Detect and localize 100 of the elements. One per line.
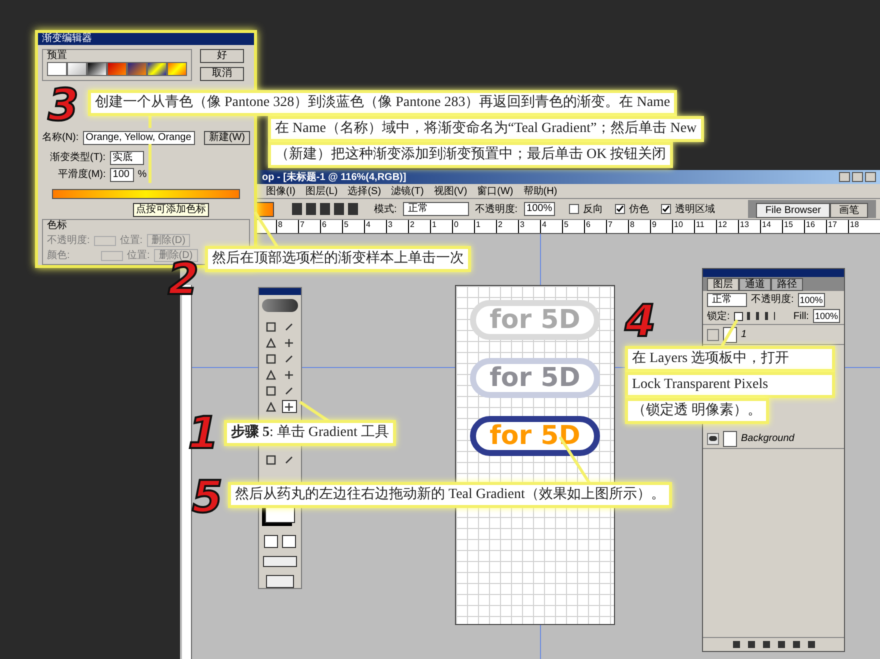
callout-text: 创建一个从青色（像 Pantone 328）到淡蓝色（像 Pantone 283）再返回到青色的渐变。在 Name (88, 90, 678, 116)
opacity-field[interactable]: 100% (798, 292, 825, 306)
smoothness-label: 平滑度(M): (58, 169, 106, 181)
gradient-style-icons[interactable] (292, 203, 360, 215)
ruler-number: 3 (386, 220, 408, 233)
leader-line (148, 144, 152, 183)
checkbox-label: 仿色 (629, 202, 650, 216)
menu-item[interactable]: 窗口(W) (477, 184, 514, 198)
layer-thumbnail (723, 430, 737, 446)
eye-icon[interactable] (707, 432, 719, 444)
new-button[interactable]: 新建(W) (204, 131, 250, 145)
window-control-icon[interactable] (865, 172, 876, 182)
panel-button-icon[interactable] (748, 641, 754, 648)
type-select[interactable]: 实底 (110, 151, 144, 165)
ruler-number: 1 (430, 220, 452, 233)
step-number: 5 (192, 476, 223, 520)
panel-button-icon[interactable] (762, 641, 770, 648)
stop-color-field[interactable] (101, 250, 123, 260)
panel-tab[interactable]: 图层 (707, 278, 739, 291)
menu-item[interactable]: 图像(I) (266, 184, 296, 198)
ruler-number: 12 (716, 220, 738, 233)
gradient-swatch[interactable] (127, 62, 147, 76)
ruler-number: 8 (276, 220, 298, 233)
callout-text: 在 Name（名称）域中，将渐变命名为“Teal Gradient”；然后单击 New (268, 116, 704, 142)
opacity-label: 不透明度: (47, 234, 90, 246)
ruler-number: 17 (826, 220, 848, 233)
ruler-number: 4 (540, 220, 562, 233)
tool-icon[interactable] (264, 400, 278, 414)
gradient-swatch[interactable] (147, 62, 167, 76)
ruler-number: 10 (672, 220, 694, 233)
gradient-swatch[interactable] (107, 62, 127, 76)
gradient-swatch[interactable] (87, 62, 107, 76)
tool-icon[interactable] (264, 352, 278, 366)
panel-button-icon[interactable] (808, 641, 814, 648)
ruler-number: 11 (694, 220, 716, 233)
lock-transparent-icon[interactable] (734, 312, 743, 320)
ruler-number: 6 (584, 220, 606, 233)
smoothness-field[interactable]: 100 (110, 168, 134, 182)
tool-icon[interactable] (264, 336, 278, 350)
callout-text: 然后从药丸的左边往右边拖动新的 Teal Gradient（效果如上图所示）。 (228, 482, 672, 508)
mask-mode-icon[interactable] (264, 534, 278, 548)
checkbox[interactable] (661, 204, 672, 214)
callout-text: 然后在顶部选项栏的渐变样本上单击一次 (205, 246, 471, 272)
checkbox[interactable] (615, 204, 626, 214)
menu-item[interactable]: 图层(L) (305, 184, 338, 198)
layer-row[interactable]: Background (703, 429, 844, 449)
presets-label: 预置 (47, 50, 68, 62)
leader-line (254, 211, 280, 249)
dialog-button[interactable]: 取消 (200, 67, 244, 81)
ruler-number: 14 (760, 220, 782, 233)
gradient-bar[interactable] (52, 189, 240, 199)
ruler-number: 6 (320, 220, 342, 233)
dialog-button[interactable]: 好 (200, 49, 244, 63)
gradient-swatch[interactable] (67, 62, 87, 76)
tool-icon[interactable] (264, 453, 278, 466)
gradient-swatch[interactable] (167, 62, 187, 76)
menu-item[interactable]: 视图(V) (434, 184, 468, 198)
mask-mode-icon[interactable] (282, 534, 296, 548)
palette-tab[interactable]: File Browser (756, 203, 830, 218)
panel-tab[interactable]: 通道 (739, 278, 771, 291)
jump-icon[interactable] (266, 575, 294, 588)
ruler-number: 7 (606, 220, 628, 233)
tool-icon[interactable] (264, 384, 278, 398)
blend-mode-select[interactable]: 正常 (707, 292, 747, 306)
ruler-number: 1 (474, 220, 496, 233)
stops-label: 色标 (47, 220, 68, 232)
panel-button-icon[interactable] (778, 641, 784, 648)
lock-label: 锁定: (707, 310, 730, 324)
tool-icon[interactable] (264, 320, 278, 334)
menu-item[interactable]: 帮助(H) (523, 184, 558, 198)
fill-field[interactable]: 100% (812, 309, 840, 323)
callout-text: 步骤 5: 单击 Gradient 工具 (224, 420, 396, 446)
opacity-field[interactable]: 100% (524, 202, 556, 216)
tool-icon[interactable] (282, 400, 296, 414)
opacity-label: 不透明度: (751, 292, 794, 307)
window-control-icon[interactable] (839, 172, 850, 182)
ruler-number: 15 (782, 220, 804, 233)
panel-tab[interactable]: 路径 (771, 278, 803, 291)
panel-button-icon[interactable] (732, 641, 740, 648)
dialog-title: 渐变编辑器 (42, 33, 92, 45)
mode-select[interactable]: 正常 (402, 202, 469, 216)
tool-icon[interactable] (264, 368, 278, 382)
checkbox[interactable] (569, 204, 580, 214)
step-number: 3 (48, 84, 79, 128)
type-label: 渐变类型(T): (50, 152, 106, 164)
color-label: 颜色: (47, 250, 71, 262)
gradient-swatch[interactable] (47, 62, 67, 76)
layer-name: Background (741, 432, 794, 446)
menu-item[interactable]: 选择(S) (348, 184, 382, 198)
name-field[interactable]: Orange, Yellow, Orange (82, 131, 195, 145)
layer-row[interactable]: 1 (703, 325, 844, 345)
window-control-icon[interactable] (852, 172, 863, 182)
fill-label: Fill: (793, 310, 809, 324)
menu-item[interactable]: 滤镜(T) (391, 184, 424, 198)
panel-button-icon[interactable] (792, 641, 800, 648)
palette-tab[interactable]: 画笔 (830, 203, 868, 218)
screen-mode-icon[interactable] (263, 556, 297, 568)
opacity-label: 不透明度: (474, 202, 518, 216)
stop-opacity-field[interactable] (94, 236, 116, 246)
ruler-number: 13 (738, 220, 760, 233)
